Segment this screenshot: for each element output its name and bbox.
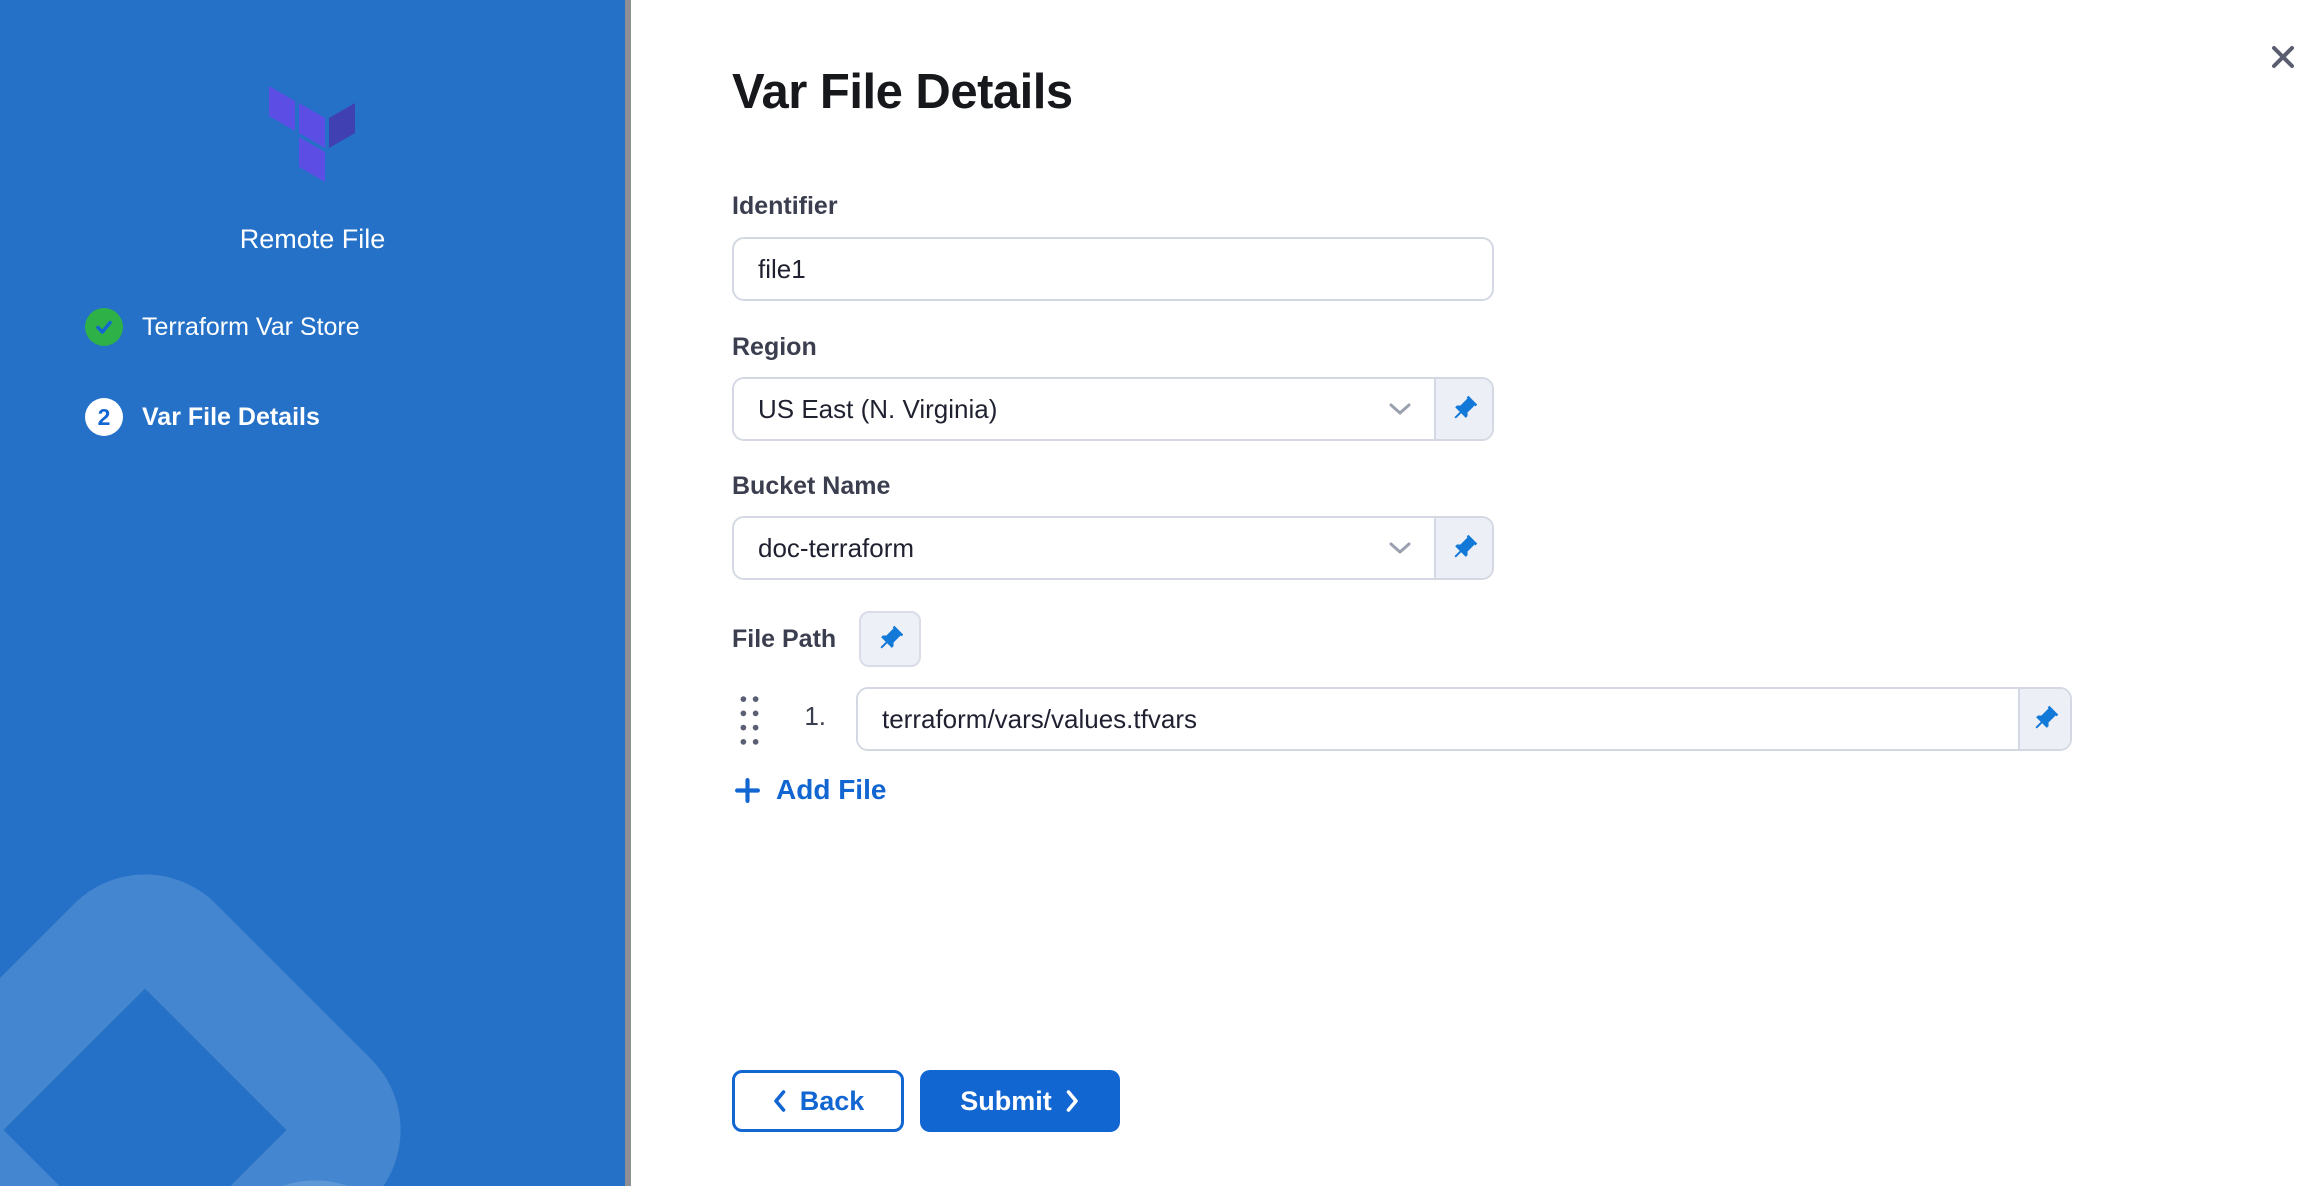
bucket-name-select[interactable]: doc-terraform bbox=[732, 516, 1494, 580]
back-button-label: Back bbox=[800, 1086, 865, 1117]
pushpin-icon bbox=[1443, 527, 1485, 569]
identifier-label: Identifier bbox=[732, 192, 838, 221]
file-path-row bbox=[856, 687, 2072, 751]
pushpin-icon bbox=[2024, 698, 2066, 740]
add-file-button[interactable]: Add File bbox=[734, 770, 886, 810]
add-file-label: Add File bbox=[776, 774, 886, 806]
file-path-row-pin-button[interactable] bbox=[2020, 689, 2070, 749]
bucket-name-label: Bucket Name bbox=[732, 472, 890, 501]
chevron-down-icon bbox=[1388, 402, 1412, 416]
region-pin-button[interactable] bbox=[1436, 379, 1492, 439]
drag-handle-dots-icon bbox=[738, 694, 761, 747]
region-label: Region bbox=[732, 333, 817, 362]
chevron-right-icon bbox=[1065, 1089, 1080, 1113]
step-number-badge: 2 bbox=[85, 398, 123, 436]
file-path-label: File Path bbox=[732, 625, 836, 654]
terraform-logo-icon bbox=[269, 86, 357, 183]
region-selected-option: US East (N. Virginia) bbox=[758, 394, 997, 425]
x-icon bbox=[2265, 39, 2301, 75]
submit-button[interactable]: Submit bbox=[920, 1070, 1120, 1132]
file-row-index: 1. bbox=[776, 701, 826, 732]
region-select[interactable]: US East (N. Virginia) bbox=[732, 377, 1494, 441]
bucket-select-value[interactable]: doc-terraform bbox=[734, 518, 1436, 578]
wizard-sidebar: Remote File Terraform Var Store 2 Var Fi… bbox=[0, 0, 625, 1186]
file-path-input[interactable] bbox=[858, 689, 2020, 749]
var-file-details-panel: Var File Details Identifier Region US Ea… bbox=[631, 0, 2318, 1186]
identifier-input[interactable] bbox=[732, 237, 1494, 301]
submit-button-label: Submit bbox=[960, 1086, 1052, 1117]
sidebar-step-var-file-details[interactable]: 2 Var File Details bbox=[85, 398, 320, 436]
sidebar-step-terraform-var-store[interactable]: Terraform Var Store bbox=[85, 308, 360, 346]
plus-icon bbox=[734, 777, 761, 804]
bucket-selected-option: doc-terraform bbox=[758, 533, 914, 564]
bucket-pin-button[interactable] bbox=[1436, 518, 1492, 578]
back-button[interactable]: Back bbox=[732, 1070, 904, 1132]
step-label: Var File Details bbox=[142, 403, 320, 432]
checkmark-icon bbox=[93, 316, 115, 338]
close-icon[interactable] bbox=[2262, 36, 2304, 78]
terraform-logo bbox=[0, 86, 625, 183]
pushpin-icon bbox=[869, 618, 911, 660]
pushpin-icon bbox=[1443, 388, 1485, 430]
step-complete-badge bbox=[85, 308, 123, 346]
chevron-left-icon bbox=[772, 1089, 787, 1113]
drag-handle[interactable] bbox=[738, 694, 761, 747]
chevron-down-icon bbox=[1388, 541, 1412, 555]
step-label: Terraform Var Store bbox=[142, 313, 360, 342]
page-title: Var File Details bbox=[732, 64, 1073, 120]
file-path-pin-button[interactable] bbox=[859, 611, 921, 667]
region-select-value[interactable]: US East (N. Virginia) bbox=[734, 379, 1436, 439]
wizard-title: Remote File bbox=[0, 224, 625, 255]
var-file-modal: Remote File Terraform Var Store 2 Var Fi… bbox=[0, 0, 2318, 1186]
watermark-shape bbox=[0, 833, 442, 1186]
